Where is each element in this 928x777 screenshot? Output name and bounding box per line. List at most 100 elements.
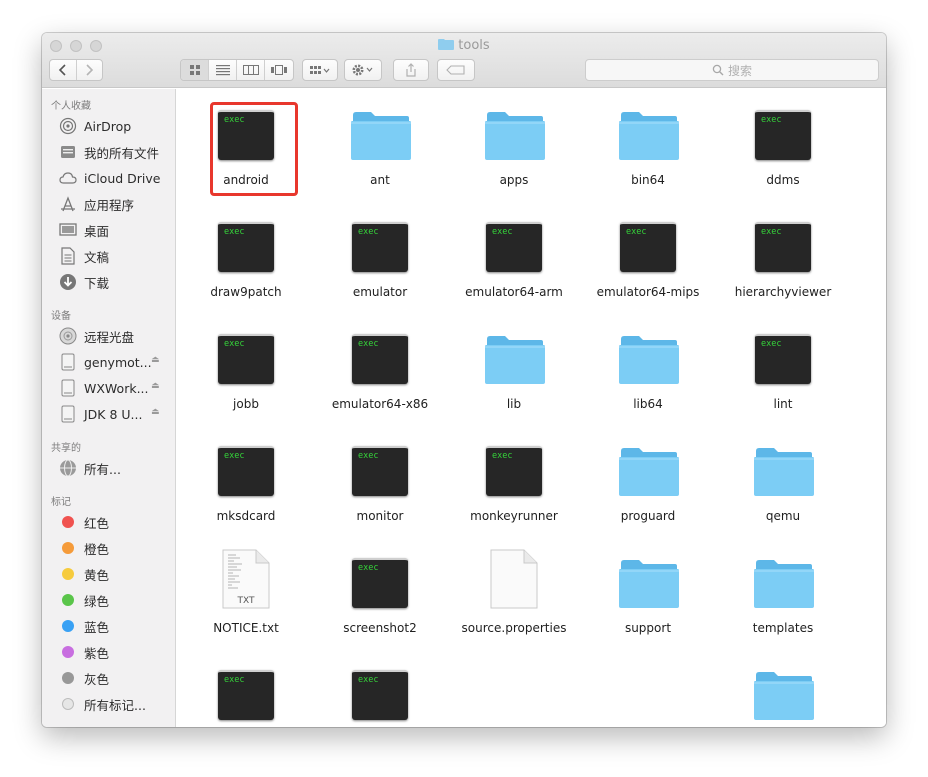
sidebar-tag-green[interactable]: 绿色 (59, 589, 175, 611)
sidebar-item-shared-all[interactable]: 所有... (59, 457, 175, 479)
file-name: support (624, 621, 672, 635)
file-item[interactable]: exec draw9patch (181, 207, 311, 307)
file-item[interactable] (718, 655, 848, 727)
sidebar-item-label: 所有标记... (84, 697, 146, 713)
file-name: jobb (233, 397, 259, 411)
exec-icon: exec (755, 222, 811, 272)
file-item[interactable]: exec ddms (718, 95, 848, 195)
file-item[interactable]: exec monkeyrunner (449, 431, 579, 531)
exec-icon-label: exec (358, 227, 379, 237)
file-item[interactable]: lib (449, 319, 579, 419)
sidebar-item-label: 蓝色 (84, 619, 110, 635)
favorites-header: 个人收藏 (51, 101, 91, 112)
exec-icon: exec (352, 670, 408, 720)
search-placeholder: 搜索 (727, 63, 752, 78)
file-name: emulator64-x86 (331, 397, 429, 411)
window-title: tools (42, 38, 886, 53)
sidebar-item-genymotion[interactable]: genymot... ⏏ (59, 351, 175, 373)
sidebar-item-jdk[interactable]: JDK 8 U... ⏏ (59, 403, 175, 425)
file-item[interactable]: exec jobb (181, 319, 311, 419)
file-name: lint (773, 397, 793, 411)
file-item[interactable]: ant (315, 95, 445, 195)
sidebar-tag-all[interactable]: 所有标记... (59, 693, 175, 715)
tag-color-dot (59, 643, 77, 661)
eject-icon[interactable]: ⏏ (151, 381, 160, 391)
file-item[interactable]: exec emulator64-arm (449, 207, 579, 307)
sidebar-item-all-files[interactable]: 我的所有文件 (59, 141, 175, 163)
share-button[interactable] (393, 59, 429, 81)
sidebar-item-label: AirDrop (84, 118, 132, 134)
file-item[interactable]: source.properties (449, 543, 579, 643)
file-item[interactable]: exec emulator64-x86 (315, 319, 445, 419)
tag-color-dot (59, 695, 77, 713)
sidebar-tag-red[interactable]: 红色 (59, 511, 175, 533)
file-item[interactable]: TXT NOTICE.txt (181, 543, 311, 643)
blue-dot-icon (62, 620, 74, 632)
file-item[interactable]: templates (718, 543, 848, 643)
file-item[interactable]: exec emulator (315, 207, 445, 307)
file-name: emulator (352, 285, 408, 299)
action-button[interactable] (344, 59, 382, 81)
forward-button[interactable] (77, 60, 103, 80)
arrange-button[interactable] (302, 59, 338, 81)
exec-icon: exec (755, 110, 811, 160)
eject-icon[interactable]: ⏏ (151, 355, 160, 365)
sidebar-item-desktop[interactable]: 桌面 (59, 219, 175, 241)
file-item[interactable]: support (583, 543, 713, 643)
sidebar-item-wxwork[interactable]: WXWork... ⏏ (59, 377, 175, 399)
eject-icon[interactable]: ⏏ (151, 407, 160, 417)
search-field[interactable]: 搜索 (585, 59, 879, 81)
file-item[interactable]: qemu (718, 431, 848, 531)
list-view-button[interactable] (209, 60, 237, 80)
yellow-dot-icon (62, 568, 74, 580)
file-name: ant (370, 173, 390, 187)
exec-icon: exec (218, 334, 274, 384)
sidebar-item-label: 绿色 (84, 593, 110, 609)
file-item[interactable]: exec hierarchyviewer (718, 207, 848, 307)
tags-button[interactable] (437, 59, 475, 81)
exec-icon-label: exec (492, 227, 513, 237)
file-item[interactable]: exec emulator64-mips (583, 207, 713, 307)
exec-icon: exec (218, 446, 274, 496)
file-name: monitor (356, 509, 404, 523)
file-item[interactable]: exec android (181, 95, 311, 196)
sidebar-item-downloads[interactable]: 下载 (59, 271, 175, 293)
file-item[interactable]: exec (181, 655, 311, 727)
folder-icon (485, 336, 545, 384)
sidebar-tag-gray[interactable]: 灰色 (59, 667, 175, 689)
shared-header: 共享的 (51, 443, 81, 454)
column-view-button[interactable] (237, 60, 265, 80)
sidebar-tag-blue[interactable]: 蓝色 (59, 615, 175, 637)
exec-icon-label: exec (358, 563, 379, 573)
file-item[interactable]: apps (449, 95, 579, 195)
sidebar-item-airdrop[interactable]: AirDrop (59, 115, 175, 137)
cover-flow-view-button[interactable] (265, 60, 293, 80)
file-item[interactable]: exec monitor (315, 431, 445, 531)
file-item[interactable]: exec mksdcard (181, 431, 311, 531)
sidebar-tag-orange[interactable]: 橙色 (59, 537, 175, 559)
sidebar-item-icloud[interactable]: iCloud Drive (59, 167, 175, 189)
finder-window: tools 搜索 个人收藏 AirDrop 我的所有文件 iCloud Driv… (42, 33, 886, 727)
documents-icon (59, 247, 77, 265)
sidebar-item-label: 黄色 (84, 567, 110, 583)
tag-color-dot (59, 539, 77, 557)
sidebar-item-applications[interactable]: 应用程序 (59, 193, 175, 215)
sidebar-tag-yellow[interactable]: 黄色 (59, 563, 175, 585)
file-item[interactable]: proguard (583, 431, 713, 531)
file-item[interactable]: exec (315, 655, 445, 727)
sidebar-item-remote-disc[interactable]: 远程光盘 (59, 325, 175, 347)
sidebar-item-label: 应用程序 (84, 197, 135, 213)
file-item[interactable]: exec lint (718, 319, 848, 419)
file-item[interactable]: bin64 (583, 95, 713, 195)
sidebar-item-documents[interactable]: 文稿 (59, 245, 175, 267)
back-button[interactable] (50, 60, 77, 80)
devices-header: 设备 (51, 311, 71, 322)
file-item[interactable]: lib64 (583, 319, 713, 419)
file-item[interactable]: exec screenshot2 (315, 543, 445, 643)
sidebar-item-label: JDK 8 U... (84, 406, 143, 422)
file-name: hierarchyviewer (734, 285, 832, 299)
view-mode-selector (180, 59, 294, 81)
icon-view-button[interactable] (181, 60, 209, 80)
sidebar-tag-purple[interactable]: 紫色 (59, 641, 175, 663)
red-dot-icon (62, 516, 74, 528)
